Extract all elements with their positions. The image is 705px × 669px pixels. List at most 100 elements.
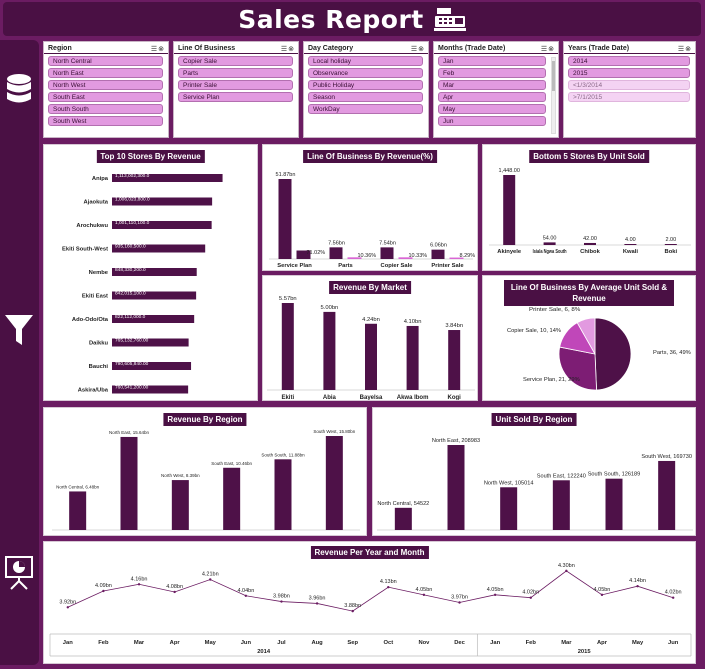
category-label: Service Plan <box>277 263 312 269</box>
data-label: North Central, 6.48bn <box>56 484 100 489</box>
bar <box>329 247 343 259</box>
data-label: 935,160,500.0 <box>115 244 146 250</box>
slicer-item[interactable]: Public Holiday <box>308 80 423 90</box>
chart-title: Line Of Business By Revenue(%) <box>303 150 437 163</box>
data-label: 4.02bn <box>522 590 539 596</box>
region-units-panel: Unit Sold By Region North Central, 54522… <box>372 407 696 536</box>
clear-filter-icon[interactable]: ⊗ <box>685 46 692 53</box>
slicer-item[interactable]: Service Plan <box>178 92 293 102</box>
market-revenue-panel: Revenue By Market 5.57bn Ekiti 5.00bn Abia 4… <box>262 275 478 401</box>
scrollbar-thumb[interactable] <box>552 61 555 91</box>
slicer-item[interactable]: >7/1/2015 <box>568 92 690 102</box>
slicer-day-category: Day Category ☰⊗ Local holiday Observance Pub… <box>303 41 429 138</box>
data-point <box>493 593 497 597</box>
bar <box>543 242 556 245</box>
data-label: 4.24bn <box>362 317 380 323</box>
data-label: 1,113,002,300.0 <box>115 173 150 179</box>
category-label: Jun <box>241 640 252 646</box>
bar <box>503 175 516 245</box>
bar <box>431 249 445 259</box>
series-line <box>67 570 674 612</box>
slicer-scrollbar[interactable] <box>551 57 556 134</box>
group-label: 2015 <box>578 649 592 655</box>
slicer-item[interactable]: Parts <box>178 68 293 78</box>
slicer-item[interactable]: Season <box>308 92 423 102</box>
category-label: Anipa <box>92 176 109 182</box>
slicer-item[interactable]: Jun <box>438 116 546 126</box>
category-label: Aug <box>311 640 323 646</box>
database-icon[interactable] <box>4 73 34 109</box>
data-point <box>137 583 141 586</box>
bar <box>171 480 189 530</box>
category-label: Mar <box>134 640 145 646</box>
presentation-chart-icon[interactable] <box>4 554 34 590</box>
slicer-header: Line Of Business ☰⊗ <box>174 42 298 54</box>
category-label: Jul <box>277 640 286 646</box>
slicer-item[interactable]: North Central <box>48 56 163 66</box>
slicer-item[interactable]: Mar <box>438 80 546 90</box>
data-label: 8.29% <box>460 253 476 259</box>
slicer-item[interactable]: <1/3/2014 <box>568 80 690 90</box>
category-label: Akwa Ibom <box>397 395 429 401</box>
slicer-item[interactable]: Printer Sale <box>178 80 293 90</box>
data-label: South West, 169730 <box>641 454 692 460</box>
category-label: Jun <box>668 640 679 646</box>
slicer-item[interactable]: Local holiday <box>308 56 423 66</box>
filter-icon[interactable] <box>4 312 34 348</box>
category-label: Bauchi <box>89 364 109 370</box>
data-label: 7.54bn <box>379 240 396 246</box>
slicer-item[interactable]: South South <box>48 104 163 114</box>
data-label: 6.06bn <box>430 243 447 249</box>
category-label: Kwali <box>623 249 639 255</box>
data-label: 4.13bn <box>380 579 397 585</box>
slicer-item[interactable]: South East <box>48 92 163 102</box>
slicer-item[interactable]: 2014 <box>568 56 690 66</box>
category-label: Akinyele <box>497 249 522 255</box>
slicer-item[interactable]: 2015 <box>568 68 690 78</box>
slicer-item[interactable]: Observance <box>308 68 423 78</box>
data-label: 765,132,760.00 <box>115 338 149 344</box>
data-label: 4.16bn <box>131 576 148 582</box>
slicer-item[interactable]: Feb <box>438 68 546 78</box>
data-label: South East, 10.46bn <box>211 461 252 466</box>
data-point <box>280 600 283 603</box>
lob-revenue-panel: Line Of Business By Revenue(%) 51.87bn 71… <box>262 144 478 271</box>
bar <box>605 478 623 530</box>
slicer-item[interactable]: North East <box>48 68 163 78</box>
data-label: 2.00 <box>665 237 676 243</box>
category-label: Ekiti South-West <box>62 247 108 253</box>
data-label: 4.30bn <box>558 563 575 569</box>
bottom5-stores-panel: Bottom 5 Stores By Unit Sold 1,448.00 Aki… <box>482 144 696 271</box>
category-label: Apr <box>597 640 608 646</box>
data-label: 4.05bn <box>416 587 433 593</box>
slicer-item[interactable]: Copier Sale <box>178 56 293 66</box>
slicer-item[interactable]: WorkDay <box>308 104 423 114</box>
slicer-item[interactable]: May <box>438 104 546 114</box>
category-label: Chibok <box>580 249 600 255</box>
clear-filter-icon[interactable]: ⊗ <box>158 46 165 53</box>
data-label: North East, 15.64bn <box>109 430 150 435</box>
clear-filter-icon[interactable]: ⊗ <box>548 46 555 53</box>
data-label: 5.57bn <box>279 296 297 302</box>
slicer-item[interactable]: Apr <box>438 92 546 102</box>
top10-stores-panel: Top 10 Stores By Revenue Anipa 1,113,002,… <box>43 144 258 401</box>
data-point <box>209 578 212 581</box>
slicer-months-trade-date: Months (Trade Date) ☰⊗ Jan Feb Mar Apr May Jun <box>433 41 559 138</box>
data-point <box>244 594 248 597</box>
category-label: Feb <box>526 640 537 646</box>
data-label: 842,015,100.0 <box>115 291 146 297</box>
slicer-header: Months (Trade Date) ☰⊗ <box>434 42 558 54</box>
clear-filter-icon[interactable]: ⊗ <box>418 46 425 53</box>
slicer-title: Months (Trade Date) <box>438 45 506 52</box>
slicer-title: Years (Trade Date) <box>568 45 630 52</box>
data-label: 3.96bn <box>309 595 326 601</box>
slicer-header: Years (Trade Date) ☰⊗ <box>564 42 695 54</box>
clear-filter-icon[interactable]: ⊗ <box>288 46 295 53</box>
data-label: South West, 15.80bn <box>313 429 355 434</box>
bar <box>380 247 394 259</box>
slicer-item[interactable]: Jan <box>438 56 546 66</box>
slicer-item[interactable]: North West <box>48 80 163 90</box>
category-label: Jan <box>63 640 73 646</box>
data-label: 3.84bn <box>445 323 463 329</box>
slicer-item[interactable]: South West <box>48 116 163 126</box>
